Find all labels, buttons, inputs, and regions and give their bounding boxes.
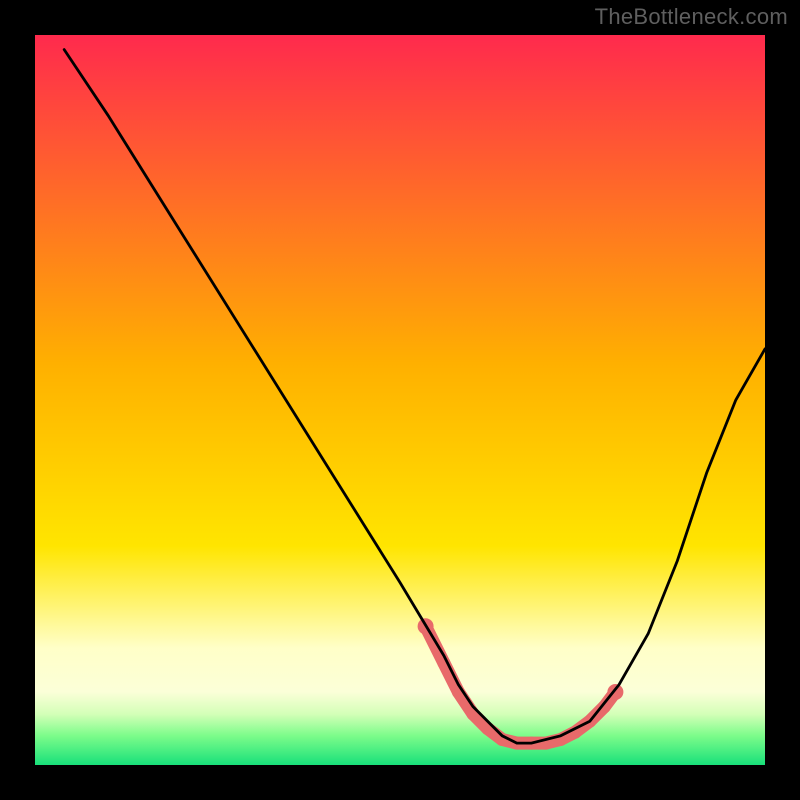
watermark-text: TheBottleneck.com	[595, 4, 788, 30]
bottleneck-curve-svg	[35, 35, 765, 765]
bottleneck-curve	[64, 50, 765, 744]
chart-frame: TheBottleneck.com	[0, 0, 800, 800]
plot-area	[35, 35, 765, 765]
